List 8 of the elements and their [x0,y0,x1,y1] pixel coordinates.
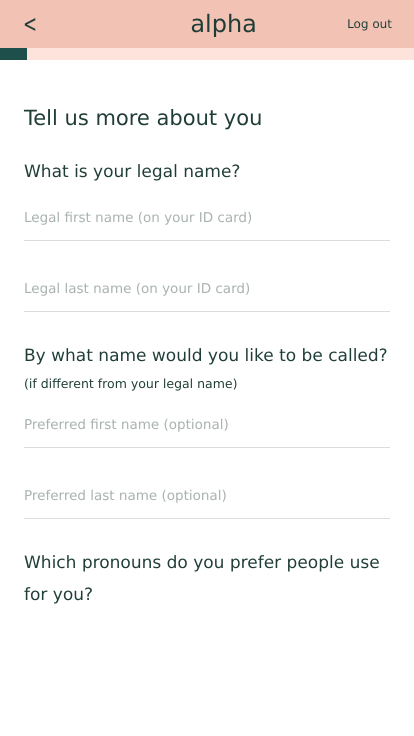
question-text: What is your legal name? [24,161,242,184]
logo: alpha [190,10,257,38]
hint-text: (if different from your legal name) [24,376,238,391]
question-text: By what name would you like to be called? [24,345,389,368]
logout-button[interactable]: Log out [347,17,392,31]
question-text: Which pronouns do you prefer people use for you? [24,552,381,607]
back-button[interactable]: < [23,10,38,38]
page-title: Tell us more about you [24,106,264,130]
